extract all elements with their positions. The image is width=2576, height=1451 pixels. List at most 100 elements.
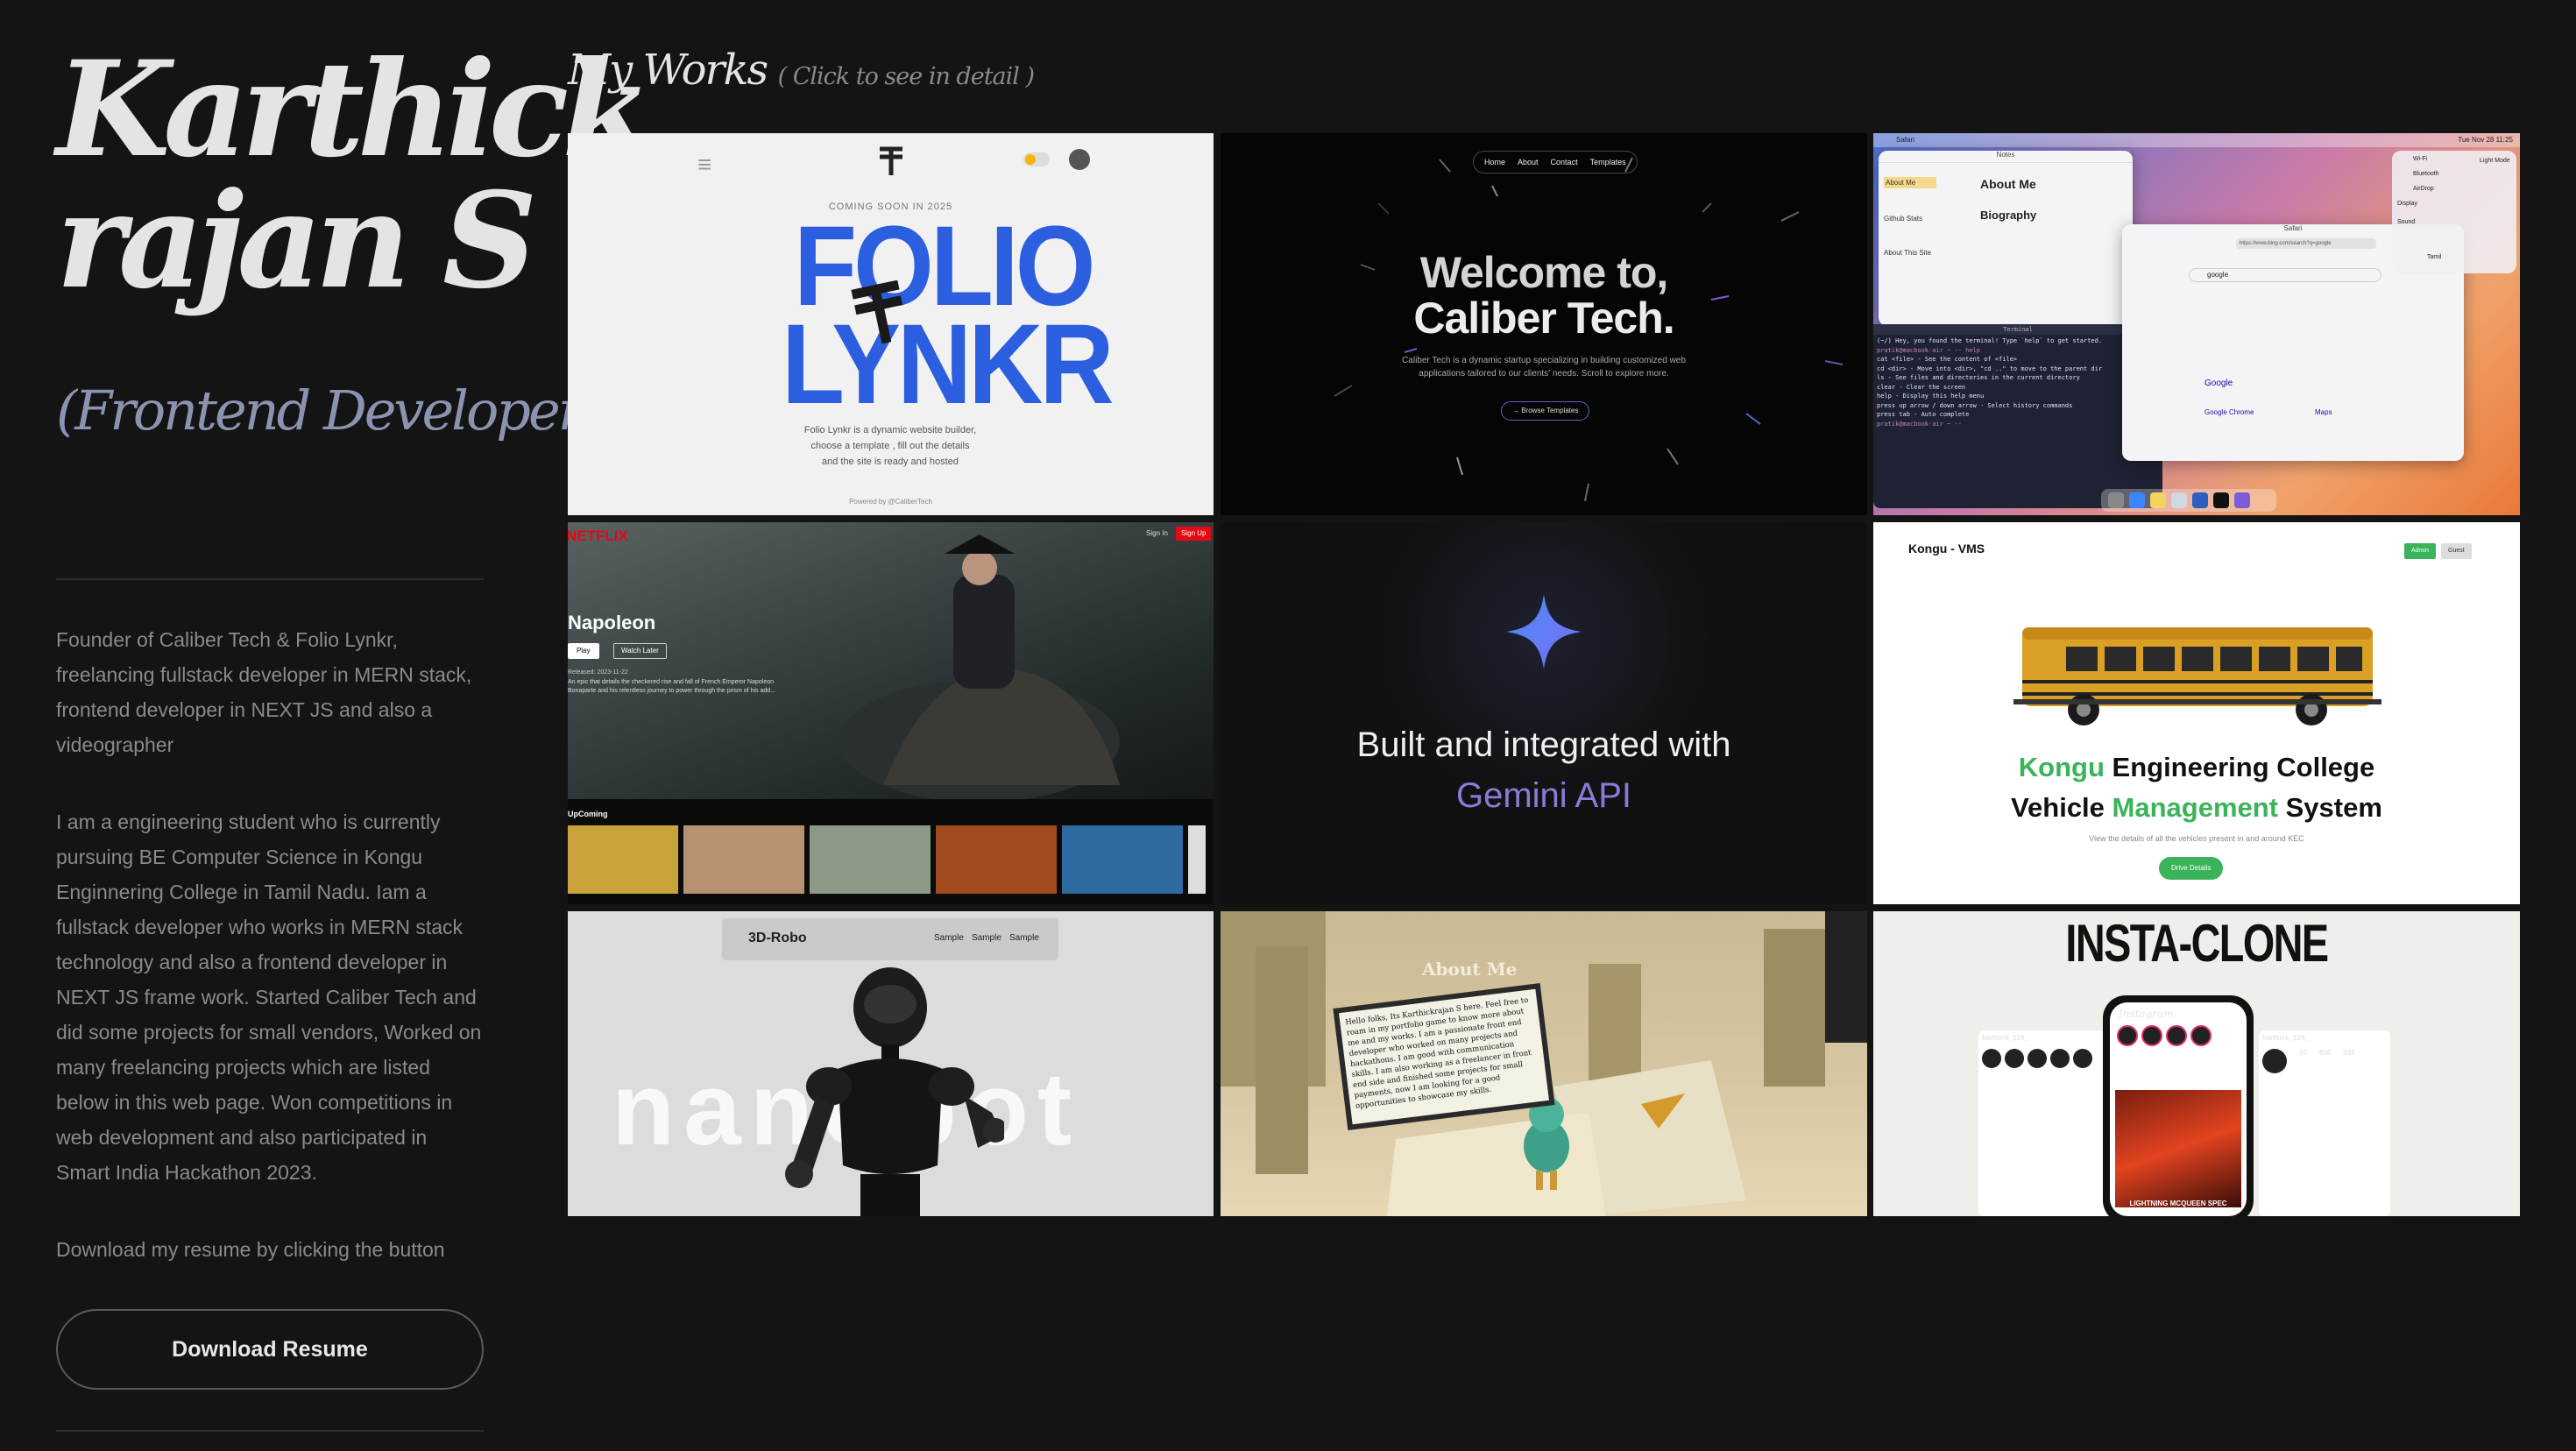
movie-poster[interactable]: [1188, 825, 1206, 894]
robo-nav-link[interactable]: Sample: [1009, 933, 1039, 943]
cc-light-mode[interactable]: Light Mode: [2480, 158, 2510, 164]
search-result-link[interactable]: Maps: [2315, 408, 2332, 416]
note-item[interactable]: About Me: [1884, 177, 1936, 188]
phone-screen: Instagram LIGHTNING MCQUEEN SPEC: [2110, 1002, 2247, 1216]
story-row: [1978, 1045, 2110, 1072]
caliber-title-line-1: Welcome to,: [1419, 248, 1669, 297]
search-input[interactable]: google: [2189, 268, 2381, 282]
netflix-hero-image: [568, 522, 1214, 803]
browse-templates-button[interactable]: → Browse Templates: [1501, 401, 1590, 421]
folio-logo-line-2: LYNKR: [782, 301, 1115, 428]
netflix-signin-link[interactable]: Sign In: [1146, 529, 1168, 537]
movie-poster[interactable]: [568, 825, 678, 894]
story-avatar[interactable]: [2028, 1049, 2047, 1068]
work-card-macos-portfolio[interactable]: Safari Tue Nov 28 11:25 Notes About Me G…: [1873, 133, 2520, 515]
movie-poster[interactable]: [810, 825, 931, 894]
story-avatar[interactable]: [2005, 1049, 2024, 1068]
profile-stats: 10 856 435: [2259, 1045, 2390, 1077]
movie-poster[interactable]: [683, 825, 804, 894]
story-avatar[interactable]: [2190, 1025, 2212, 1046]
avatar[interactable]: [1069, 149, 1090, 170]
story-avatar[interactable]: [2073, 1049, 2092, 1068]
work-card-caliber-tech[interactable]: Home About Contact Templates Welcome to,…: [1221, 133, 1867, 515]
browser-url-field[interactable]: https://www.bing.com/search?q=google: [2236, 238, 2376, 249]
notes-window[interactable]: Notes About Me Github Stats About This S…: [1879, 151, 2133, 326]
cc-sound[interactable]: Sound: [2397, 219, 2511, 225]
movie-description: An epic that details the checkered rise …: [568, 679, 775, 694]
dock-app-icon[interactable]: [2192, 492, 2208, 508]
phone-mockup: Instagram LIGHTNING MCQUEEN SPEC: [2103, 995, 2254, 1216]
insta-profile-screen-left: karthick_124_: [1978, 1030, 2110, 1216]
terminal-line: ls - See files and directories in the cu…: [1877, 374, 2080, 381]
caliber-nav-contact[interactable]: Contact: [1551, 158, 1578, 166]
robo-nav-link[interactable]: Sample: [934, 933, 964, 943]
work-card-insta-clone[interactable]: INSTA-CLONE karthick_124_ Instagram LIGH…: [1873, 911, 2520, 1216]
caliber-nav-home[interactable]: Home: [1484, 158, 1505, 166]
cc-display[interactable]: Display: [2397, 201, 2511, 207]
story-avatar[interactable]: [2166, 1025, 2187, 1046]
terminal-titlebar: Terminal: [1873, 324, 2162, 335]
stat-posts: 10: [2299, 1049, 2307, 1057]
guest-button[interactable]: Guest: [2441, 543, 2472, 559]
works-title: My Works: [568, 46, 768, 95]
note-item[interactable]: Github Stats: [1884, 215, 1936, 223]
terminal-window[interactable]: Terminal (~/) Hey, you found the termina…: [1873, 324, 2162, 508]
drive-details-button[interactable]: Drive Details: [2159, 857, 2224, 880]
robo-navbar: 3D-Robo Sample Sample Sample: [722, 918, 1058, 960]
about-heading: About Me: [1422, 959, 1518, 980]
story-avatar[interactable]: [2117, 1025, 2138, 1046]
robot-illustration: [785, 967, 1004, 1216]
theme-toggle[interactable]: [1023, 152, 1050, 166]
caliber-nav-templates[interactable]: Templates: [1590, 158, 1626, 166]
play-button[interactable]: Play: [568, 643, 599, 659]
dock-app-icon[interactable]: [2150, 492, 2166, 508]
dock-app-icon[interactable]: [2171, 492, 2187, 508]
folio-footer: Powered by @CaliberTech: [849, 498, 932, 506]
work-card-gemini[interactable]: Built and integrated with Gemini API: [1221, 522, 1867, 904]
dock-app-icon[interactable]: [2129, 492, 2145, 508]
caliber-description: Caliber Tech is a dynamic startup specia…: [1402, 356, 1686, 379]
dock-app-icon[interactable]: [2234, 492, 2250, 508]
dock-app-icon[interactable]: [2108, 492, 2124, 508]
work-card-folio-lynkr[interactable]: ≡ COMING SOON IN 2025 FOLIO LYNKR Folio …: [568, 133, 1214, 515]
movie-poster[interactable]: [936, 825, 1057, 894]
cc-bluetooth[interactable]: Bluetooth: [2413, 171, 2511, 177]
control-center[interactable]: Wi-Fi Bluetooth AirDrop Display Sound Li…: [2392, 151, 2516, 273]
profile-avatar[interactable]: [2262, 1049, 2287, 1073]
terminal-line: (~/) Hey, you found the terminal! Type `…: [1877, 337, 2103, 344]
search-result-link[interactable]: Google Chrome: [2204, 408, 2254, 416]
divider: [56, 578, 484, 580]
robo-nav-link[interactable]: Sample: [972, 933, 1001, 943]
work-card-portfolio-game[interactable]: About Me Hello folks, Its Karthickrajan …: [1221, 911, 1867, 1216]
note-item[interactable]: About This Site: [1884, 249, 1936, 257]
download-resume-button[interactable]: Download Resume: [56, 1309, 484, 1390]
profile-name: Karthick rajan S -: [56, 32, 653, 307]
story-avatar[interactable]: [1982, 1049, 2001, 1068]
movie-poster[interactable]: [1062, 825, 1183, 894]
terminal-line: press tab - Auto complete: [1877, 411, 1970, 418]
name-line-1: Karthick: [56, 32, 653, 187]
dock-app-icon[interactable]: [2213, 492, 2229, 508]
story-avatar[interactable]: [2050, 1049, 2070, 1068]
menubar-clock: Tue Nov 28 11:25: [2458, 136, 2513, 144]
story-avatar[interactable]: [2141, 1025, 2162, 1046]
work-card-netflix-clone[interactable]: NETFLIX Sign In Sign Up Napoleon Play Wa…: [568, 522, 1214, 904]
works-heading: My Works ( Click to see in detail ): [568, 46, 1035, 95]
watch-later-button[interactable]: Watch Later: [613, 643, 667, 659]
cc-airdrop[interactable]: AirDrop: [2413, 186, 2511, 192]
kongu-brand: Kongu - VMS: [1908, 541, 1985, 556]
netflix-logo[interactable]: NETFLIX: [568, 527, 628, 545]
upcoming-heading: UpComing: [568, 810, 608, 818]
terminal-line: press up arrow / down arrow - Select his…: [1877, 401, 2073, 409]
insta-post-image[interactable]: LIGHTNING MCQUEEN SPEC: [2115, 1090, 2241, 1207]
work-card-kongu-vms[interactable]: Kongu - VMS Admin Guest Kongu Engineerin…: [1873, 522, 2520, 904]
work-card-3d-robo[interactable]: 3D-Robo Sample Sample Sample nanobot: [568, 911, 1214, 1216]
caliber-nav-about[interactable]: About: [1518, 158, 1539, 166]
netflix-signup-button[interactable]: Sign Up: [1176, 527, 1212, 541]
admin-button[interactable]: Admin: [2404, 543, 2436, 559]
search-result-link[interactable]: Google: [2204, 379, 2233, 388]
works-hint: ( Click to see in detail ): [777, 63, 1035, 90]
robo-brand[interactable]: 3D-Robo: [748, 931, 807, 946]
terminal-line: pratik@macbook-air ~ --: [1877, 420, 1962, 428]
notes-sidebar: About Me Github Stats About This Site: [1884, 177, 1936, 257]
